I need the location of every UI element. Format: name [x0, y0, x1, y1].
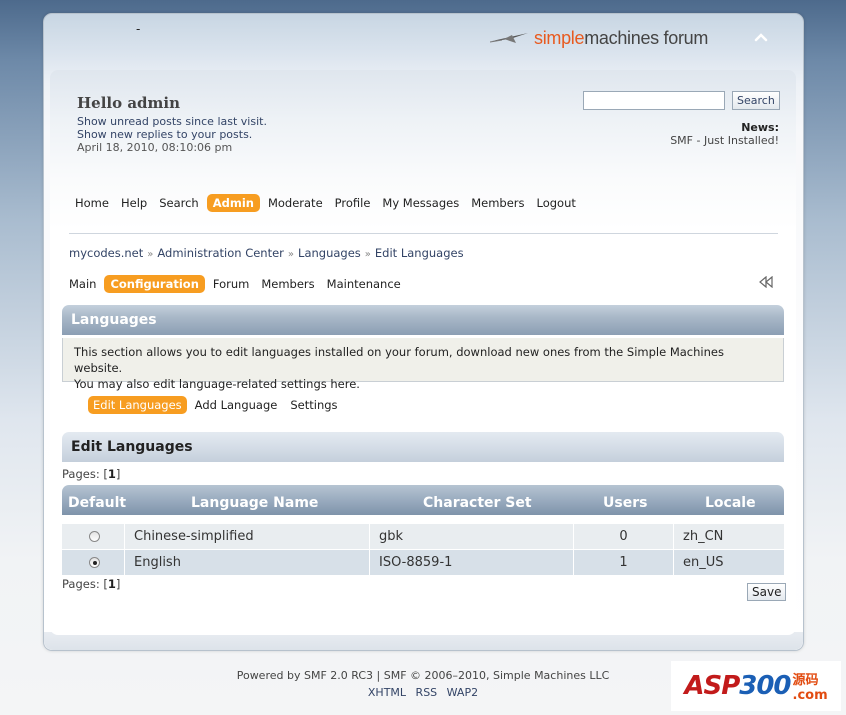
collapse-sidebar-icon[interactable]	[758, 276, 774, 288]
menu-members[interactable]: Members	[465, 194, 530, 212]
col-users: Users	[603, 495, 648, 511]
cell-character-set: gbk	[370, 524, 574, 549]
col-default: Default	[68, 495, 127, 511]
breadcrumb-edit-languages[interactable]: Edit Languages	[375, 246, 464, 260]
section-description: This section allows you to edit language…	[62, 338, 784, 391]
description-line-1: This section allows you to edit language…	[74, 345, 724, 375]
watermark-text: ASP300	[684, 671, 791, 701]
menu-admin[interactable]: Admin	[206, 193, 260, 212]
cell-language-name: English	[125, 550, 370, 575]
pages-label: Pages:	[62, 467, 100, 481]
breadcrumb-admin-center[interactable]: Administration Center	[157, 246, 284, 260]
watermark-logo: ASP300 源码 .com	[671, 661, 841, 711]
menu-profile[interactable]: Profile	[329, 194, 377, 212]
cell-language-name: Chinese-simplified	[125, 524, 370, 549]
cell-default	[62, 550, 125, 575]
footer-link-rss[interactable]: RSS	[416, 686, 438, 699]
tab-edit-languages[interactable]: Edit Languages	[88, 395, 187, 414]
tab-settings[interactable]: Settings	[285, 396, 342, 414]
footer-link-wap2[interactable]: WAP2	[447, 686, 478, 699]
search-button[interactable]: Search	[732, 91, 780, 110]
menu-search[interactable]: Search	[153, 194, 205, 212]
tab-add-language[interactable]: Add Language	[190, 396, 283, 414]
menu-my-messages[interactable]: My Messages	[376, 194, 465, 212]
breadcrumb-separator: »	[147, 249, 154, 260]
logo-simple: simple	[534, 27, 585, 48]
page-current: 1	[107, 467, 116, 481]
paper-plane-logo-icon	[490, 33, 528, 43]
breadcrumb: mycodes.net» Administration Center» Langua…	[69, 246, 464, 260]
watermark-300: 300	[739, 671, 791, 701]
logo-text: simplemachines forum	[534, 28, 708, 49]
default-radio[interactable]	[89, 531, 100, 542]
col-character-set: Character Set	[423, 495, 532, 511]
languages-header: Languages	[62, 305, 784, 335]
cell-character-set: ISO-8859-1	[370, 550, 574, 575]
forum-title[interactable]: -	[136, 22, 140, 36]
breadcrumb-forum[interactable]: mycodes.net	[69, 246, 143, 260]
current-date: April 18, 2010, 08:10:06 pm	[77, 141, 233, 154]
breadcrumb-languages[interactable]: Languages	[298, 246, 361, 260]
breadcrumb-separator: »	[287, 249, 295, 260]
cell-locale: en_US	[683, 555, 724, 570]
menu-divider	[69, 233, 778, 234]
menu-home[interactable]: Home	[69, 194, 115, 212]
pagination-bottom: Pages: [1]	[62, 577, 121, 591]
unread-posts-link[interactable]: Show unread posts since last visit.	[77, 115, 267, 128]
watermark-sub: 源码 .com	[793, 669, 828, 703]
logo-machines: machines forum	[584, 27, 709, 48]
cell-locale: zh_CN	[683, 529, 724, 544]
default-radio[interactable]	[89, 557, 100, 568]
cell-users: 0	[574, 524, 674, 549]
save-button[interactable]: Save	[747, 583, 787, 601]
admin-menu: Main Configuration Forum Members Mainten…	[63, 274, 407, 293]
collapse-up-icon[interactable]	[752, 28, 770, 46]
new-replies-link[interactable]: Show new replies to your posts.	[77, 128, 252, 141]
watermark-asp: ASP	[684, 671, 740, 701]
smf-logo[interactable]: simplemachines forum	[490, 24, 708, 52]
watermark-yuanma: 源码	[792, 673, 819, 688]
main-menu: Home Help Search Admin Moderate Profile …	[69, 193, 582, 212]
col-locale: Locale	[705, 495, 756, 511]
table-row: English ISO-8859-1 1 en_US	[62, 550, 784, 575]
news-title: News:	[741, 121, 779, 134]
cell-default	[62, 524, 125, 549]
table-row: Chinese-simplified gbk 0 zh_CN	[62, 524, 784, 549]
footer-link-xhtml[interactable]: XHTML	[368, 686, 406, 699]
admin-menu-configuration[interactable]: Configuration	[104, 274, 205, 293]
table-header: Default Language Name Character Set User…	[62, 485, 784, 515]
pages-label: Pages:	[62, 577, 100, 591]
description-line-2: You may also edit language-related setti…	[74, 377, 360, 391]
pagination-top: Pages: [1]	[62, 467, 121, 481]
news-text: SMF - Just Installed!	[670, 134, 779, 147]
watermark-com: .com	[792, 688, 828, 703]
admin-menu-forum[interactable]: Forum	[207, 275, 255, 293]
cell-users: 1	[574, 550, 674, 575]
edit-languages-header: Edit Languages	[62, 432, 784, 462]
admin-menu-members[interactable]: Members	[255, 275, 320, 293]
page-current: 1	[107, 577, 116, 591]
admin-menu-main[interactable]: Main	[63, 275, 102, 293]
breadcrumb-separator: »	[364, 249, 371, 260]
menu-logout[interactable]: Logout	[531, 194, 582, 212]
search-input[interactable]	[583, 91, 725, 110]
language-tabs: Edit Languages Add Language Settings	[88, 395, 346, 414]
admin-menu-maintenance[interactable]: Maintenance	[321, 275, 407, 293]
menu-moderate[interactable]: Moderate	[262, 194, 329, 212]
col-language-name: Language Name	[191, 495, 319, 511]
greeting: Hello admin	[77, 94, 181, 112]
menu-help[interactable]: Help	[115, 194, 153, 212]
